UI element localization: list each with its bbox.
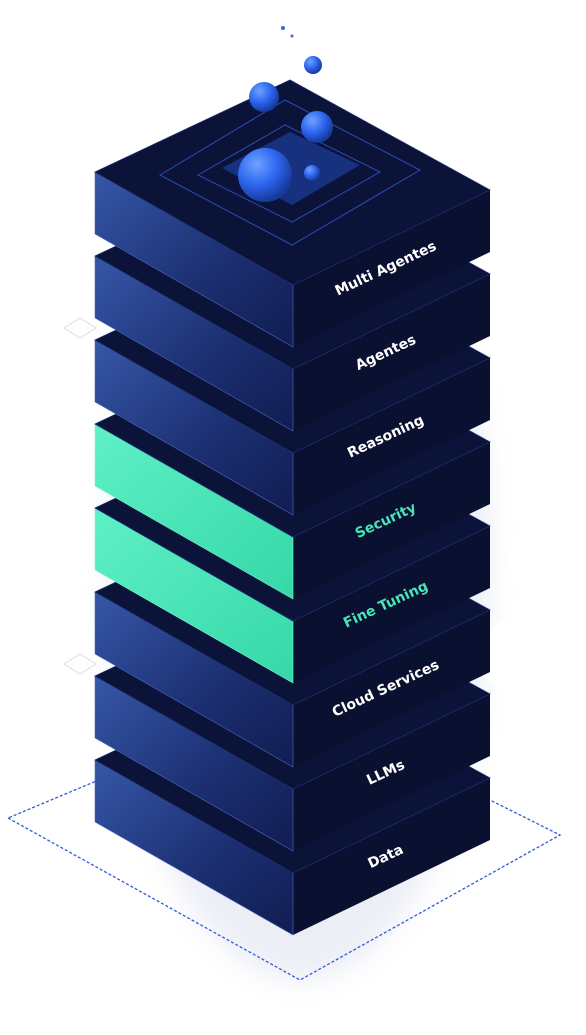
connector-right-top <box>430 100 575 180</box>
sphere <box>238 148 292 202</box>
connector-left-top <box>0 304 97 352</box>
top-dots <box>281 26 294 38</box>
ai-stack-diagram: DataLLMsCloud ServicesFine TuningSecurit… <box>0 26 586 981</box>
connector-left-bottom <box>0 640 97 686</box>
sphere <box>249 82 279 112</box>
sphere <box>304 56 322 74</box>
sphere <box>304 165 320 181</box>
sphere <box>301 111 333 143</box>
